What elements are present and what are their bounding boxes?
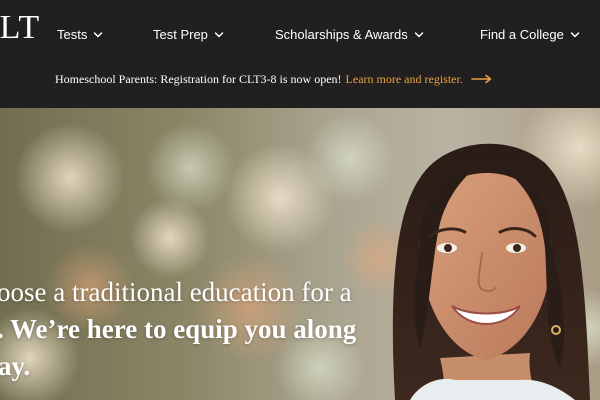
arrow-right-icon[interactable] (471, 74, 493, 84)
announcement-bar: Homeschool Parents: Registration for CLT… (55, 69, 493, 89)
site-header: CLT Tests Test Prep Scholarships & Award… (0, 0, 600, 108)
nav-item-label: Find a College (480, 27, 564, 42)
announcement-link[interactable]: Learn more and register. (346, 72, 463, 87)
main-nav: Tests Test Prep Scholarships & Awards Fi… (0, 25, 600, 45)
chevron-down-icon (93, 30, 103, 40)
nav-item-label: Test Prep (153, 27, 208, 42)
nav-item-label: Tests (57, 27, 88, 42)
page: CLT Tests Test Prep Scholarships & Award… (0, 0, 600, 400)
hero-section: oose a traditional education for a . We’… (0, 108, 600, 400)
chevron-down-icon (414, 30, 424, 40)
nav-item-find-a-college[interactable]: Find a College (480, 25, 580, 45)
hero-line-3: ay. (0, 351, 31, 381)
nav-item-test-prep[interactable]: Test Prep (153, 25, 224, 45)
nav-item-label: Scholarships & Awards (275, 27, 408, 42)
nav-item-tests[interactable]: Tests (57, 25, 103, 45)
smiling-young-woman-photo (0, 108, 600, 400)
announcement-text: Homeschool Parents: Registration for CLT… (55, 71, 342, 86)
hero-line-2: . We’re here to equip you along (0, 314, 357, 344)
chevron-down-icon (570, 30, 580, 40)
hero-line-1: oose a traditional education for a (0, 277, 352, 307)
chevron-down-icon (214, 30, 224, 40)
nav-item-scholarships-awards[interactable]: Scholarships & Awards (275, 25, 424, 45)
